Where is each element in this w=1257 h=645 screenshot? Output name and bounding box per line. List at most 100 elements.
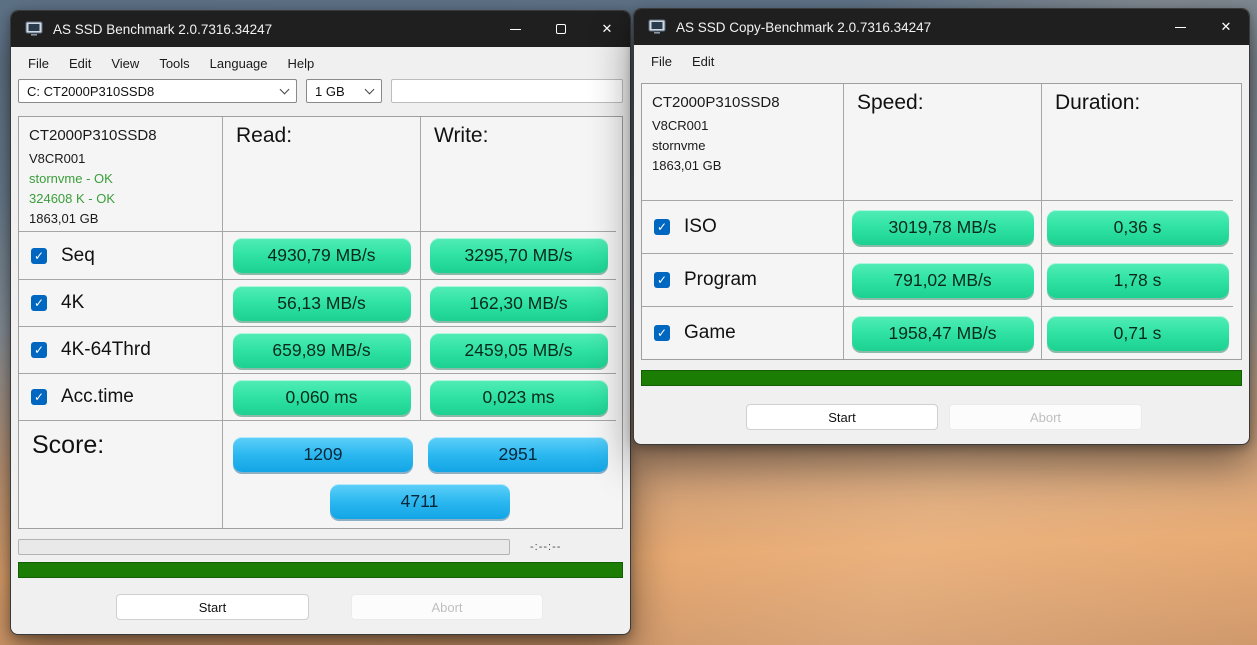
minimize-button[interactable]: [492, 11, 538, 47]
minimize-icon: [510, 29, 521, 30]
copy-benchmark-table: CT2000P310SSD8 V8CR001 stornvme 1863,01 …: [641, 83, 1242, 360]
window-controls: ✕: [1157, 9, 1249, 45]
button-row: Start Abort: [11, 594, 630, 620]
score-total-pill: 4711: [330, 484, 510, 519]
test-size-select[interactable]: 1 GB: [306, 79, 382, 103]
result-acctime-write: 0,023 ms: [430, 380, 608, 415]
menu-bar: File Edit: [634, 45, 1249, 75]
test-size-value: 1 GB: [315, 84, 345, 99]
row-label-seq: Seq: [61, 245, 95, 267]
row-game: ✓ Game: [642, 307, 844, 359]
row-label-program: Program: [684, 269, 757, 291]
button-row: Start Abort: [634, 404, 1249, 430]
drive-select[interactable]: C: CT2000P310SSD8: [18, 79, 297, 103]
row-label-acctime: Acc.time: [61, 386, 134, 408]
row-label-iso: ISO: [684, 216, 717, 238]
start-button[interactable]: Start: [746, 404, 938, 430]
row-4k: ✓ 4K: [19, 280, 223, 327]
result-acctime-read: 0,060 ms: [233, 380, 411, 415]
app-icon: [25, 21, 43, 37]
result-iso-speed: 3019,78 MB/s: [852, 210, 1034, 245]
score-cell: 1209 2951 4711: [223, 421, 616, 528]
result-4k64thrd-read: 659,89 MB/s: [233, 333, 411, 368]
menu-item-edit[interactable]: Edit: [60, 54, 100, 73]
menu-item-file[interactable]: File: [642, 52, 681, 71]
result-seq-write: 3295,70 MB/s: [430, 238, 608, 273]
checkbox-iso[interactable]: ✓: [654, 219, 670, 235]
progress-row: -:--:--: [18, 539, 623, 555]
duration-column-header: Duration:: [1042, 84, 1233, 201]
result-seq-read: 4930,79 MB/s: [233, 238, 411, 273]
row-4k64thrd: ✓ 4K-64Thrd: [19, 327, 223, 374]
menu-item-view[interactable]: View: [102, 54, 148, 73]
chevron-down-icon: [280, 84, 290, 94]
result-iso-duration: 0,36 s: [1047, 210, 1229, 245]
score-read-pill: 1209: [233, 437, 413, 472]
read-column-header: Read:: [223, 117, 421, 232]
result-program-speed: 791,02 MB/s: [852, 263, 1034, 298]
drive-firmware: V8CR001: [29, 149, 212, 169]
minimize-button[interactable]: [1157, 9, 1203, 45]
checkbox-acctime[interactable]: ✓: [31, 389, 47, 405]
result-game-duration: 0,71 s: [1047, 316, 1229, 351]
row-seq: ✓ Seq: [19, 232, 223, 280]
abort-button[interactable]: Abort: [949, 404, 1142, 430]
toolbar: C: CT2000P310SSD8 1 GB: [11, 77, 630, 111]
drive-select-value: C: CT2000P310SSD8: [27, 84, 154, 99]
drive-info-cell: CT2000P310SSD8 V8CR001 stornvme 1863,01 …: [642, 84, 844, 201]
result-4k64thrd-write: 2459,05 MB/s: [430, 333, 608, 368]
drive-info-cell: CT2000P310SSD8 V8CR001 stornvme - OK 324…: [19, 117, 223, 232]
benchmark-table: CT2000P310SSD8 V8CR001 stornvme - OK 324…: [18, 116, 623, 529]
overall-progress-bar: [18, 562, 623, 578]
row-label-4k: 4K: [61, 292, 84, 314]
result-4k-write: 162,30 MB/s: [430, 286, 608, 321]
result-4k-read: 56,13 MB/s: [233, 286, 411, 321]
drive-firmware: V8CR001: [652, 116, 833, 136]
checkbox-seq[interactable]: ✓: [31, 248, 47, 264]
menu-bar: File Edit View Tools Language Help: [11, 47, 630, 77]
score-write-pill: 2951: [428, 437, 608, 472]
checkbox-program[interactable]: ✓: [654, 272, 670, 288]
row-program: ✓ Program: [642, 254, 844, 307]
menu-item-language[interactable]: Language: [201, 54, 277, 73]
titlebar[interactable]: AS SSD Benchmark 2.0.7316.34247 ✕: [11, 11, 630, 47]
desktop-background: AS SSD Benchmark 2.0.7316.34247 ✕ File E…: [0, 0, 1257, 645]
row-label-4k64thrd: 4K-64Thrd: [61, 339, 151, 361]
checkbox-game[interactable]: ✓: [654, 325, 670, 341]
checkbox-4k[interactable]: ✓: [31, 295, 47, 311]
row-iso: ✓ ISO: [642, 201, 844, 254]
drive-capacity: 1863,01 GB: [29, 209, 212, 229]
progress-bar: [18, 539, 510, 555]
checkbox-4k64thrd[interactable]: ✓: [31, 342, 47, 358]
write-column-header: Write:: [421, 117, 616, 232]
close-button[interactable]: ✕: [1203, 9, 1249, 45]
menu-item-help[interactable]: Help: [279, 54, 324, 73]
menu-item-tools[interactable]: Tools: [150, 54, 198, 73]
app-icon: [648, 19, 666, 35]
drive-model: CT2000P310SSD8: [29, 126, 212, 146]
window-title: AS SSD Benchmark 2.0.7316.34247: [53, 22, 492, 37]
start-button[interactable]: Start: [116, 594, 309, 620]
eta-text: -:--:--: [530, 541, 561, 553]
abort-button[interactable]: Abort: [351, 594, 543, 620]
driver-status: stornvme - OK: [29, 169, 212, 189]
chevron-down-icon: [365, 84, 375, 94]
as-ssd-benchmark-window: AS SSD Benchmark 2.0.7316.34247 ✕ File E…: [10, 10, 631, 635]
window-controls: ✕: [492, 11, 630, 47]
drive-capacity: 1863,01 GB: [652, 156, 833, 176]
speed-column-header: Speed:: [844, 84, 1042, 201]
driver-name: stornvme: [652, 136, 833, 156]
menu-item-file[interactable]: File: [19, 54, 58, 73]
toolbar-textbox[interactable]: [391, 79, 623, 103]
close-button[interactable]: ✕: [584, 11, 630, 47]
result-program-duration: 1,78 s: [1047, 263, 1229, 298]
maximize-button[interactable]: [538, 11, 584, 47]
menu-item-edit[interactable]: Edit: [683, 52, 723, 71]
titlebar[interactable]: AS SSD Copy-Benchmark 2.0.7316.34247 ✕: [634, 9, 1249, 45]
minimize-icon: [1175, 27, 1186, 28]
window-title: AS SSD Copy-Benchmark 2.0.7316.34247: [676, 20, 1157, 35]
result-game-speed: 1958,47 MB/s: [852, 316, 1034, 351]
score-label: Score:: [19, 421, 223, 528]
row-acctime: ✓ Acc.time: [19, 374, 223, 421]
drive-model: CT2000P310SSD8: [652, 93, 833, 113]
